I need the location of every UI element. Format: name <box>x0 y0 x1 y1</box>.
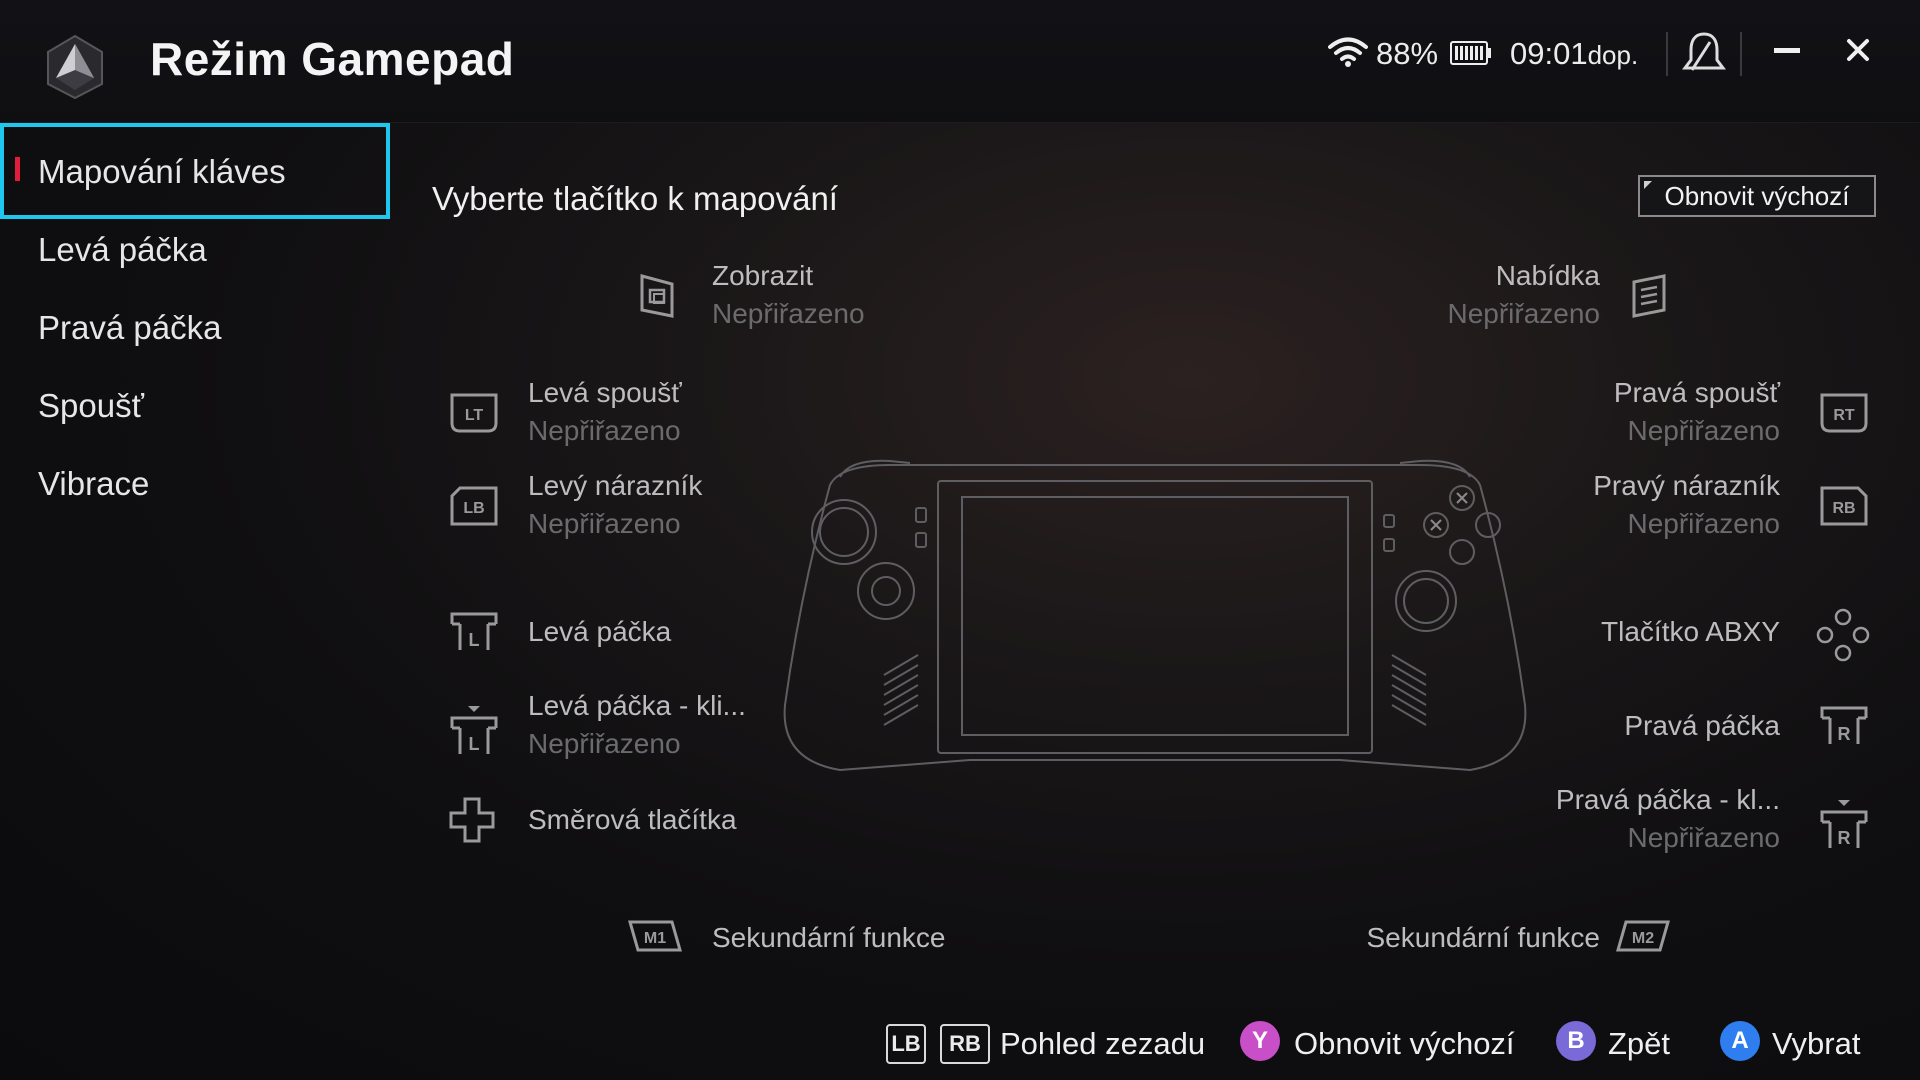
rb-icon: RB <box>1820 486 1868 526</box>
map-item-label: Pravá páčka <box>1624 710 1780 741</box>
sidebar-item-label: Spoušť <box>38 387 144 424</box>
b-button-icon: B <box>1556 1021 1596 1061</box>
wifi-icon <box>1328 37 1368 67</box>
rt-icon-text: RT <box>1833 407 1855 424</box>
sidebar-item-left-stick[interactable]: Levá páčka <box>0 212 390 290</box>
rt-icon: RT <box>1820 393 1868 433</box>
map-item-label: Sekundární funkce <box>712 922 946 953</box>
abxy-icon <box>1816 608 1870 662</box>
header-divider <box>1666 32 1668 76</box>
map-item-value: Nepřiřazeno <box>1627 822 1780 853</box>
map-item-label: Nabídka <box>1495 260 1600 291</box>
map-item-right-stick[interactable]: Pravá páčka R <box>1560 698 1870 758</box>
battery-icon <box>1450 41 1491 65</box>
m2-icon: M2 <box>1616 920 1670 952</box>
minimize-icon[interactable] <box>1774 48 1800 53</box>
reset-default-button[interactable]: Obnovit výchozí <box>1638 175 1876 217</box>
rb-icon-text: RB <box>1832 500 1855 517</box>
map-item-value: Nepřiřazeno <box>712 298 865 329</box>
map-item-m2[interactable]: Sekundární funkce M2 <box>1366 912 1690 964</box>
sidebar-item-label: Pravá páčka <box>38 309 222 346</box>
map-item-label: Levá spoušť <box>528 377 682 408</box>
map-item-value: Nepřiřazeno <box>528 508 681 539</box>
map-item-left-bumper[interactable]: LB Levý nárazník Nepřiřazeno <box>440 468 740 548</box>
lb-icon-text: LB <box>463 500 484 517</box>
sidebar-item-key-mapping[interactable]: Mapování kláves <box>0 123 390 219</box>
map-item-value: Nepřiřazeno <box>528 728 681 759</box>
sidebar-item-vibration[interactable]: Vibrace <box>0 446 390 524</box>
view-button-icon <box>640 274 674 318</box>
map-item-label: Zobrazit <box>712 260 814 291</box>
rb-key-hint: RB <box>940 1024 990 1064</box>
dpad-icon <box>449 797 495 843</box>
m1-icon: M1 <box>628 920 682 952</box>
map-item-label: Směrová tlačítka <box>528 804 737 835</box>
map-item-label: Pravý nárazník <box>1593 470 1780 501</box>
map-item-left-trigger[interactable]: LT Levá spoušť Nepřiřazeno <box>440 375 740 455</box>
clock-time: 09:01 <box>1510 36 1588 71</box>
l-icon-text: L <box>469 630 480 650</box>
map-item-m1[interactable]: M1 Sekundární funkce <box>620 912 950 964</box>
sidebar-item-label: Levá páčka <box>38 231 207 268</box>
r-icon-text: R <box>1838 724 1851 744</box>
header-divider-2 <box>1740 32 1742 76</box>
left-stick-click-icon: L <box>450 706 498 754</box>
app-title: Režim Gamepad <box>150 33 515 85</box>
l-icon-text: L <box>469 734 480 754</box>
map-item-value: Nepřiřazeno <box>1627 415 1780 446</box>
map-item-value: Nepřiřazeno <box>1447 298 1600 329</box>
map-item-abxy[interactable]: Tlačítko ABXY <box>1560 604 1870 664</box>
map-item-dpad[interactable]: Směrová tlačítka <box>440 790 760 850</box>
lb-key-hint: LB <box>886 1024 926 1064</box>
lb-icon: LB <box>450 486 498 526</box>
clock: 09:01dop. <box>1510 36 1638 72</box>
battery-percent: 88% <box>1376 36 1439 71</box>
device-illustration <box>783 459 1527 772</box>
back-hint[interactable]: Zpět <box>1608 1026 1670 1062</box>
rear-view-hint[interactable]: Pohled zezadu <box>1000 1026 1205 1062</box>
map-item-label: Tlačítko ABXY <box>1601 616 1780 647</box>
m2-icon-text: M2 <box>1632 930 1654 947</box>
section-title: Vyberte tlačítko k mapování <box>432 180 838 217</box>
sidebar-item-label: Mapování kláves <box>38 153 286 190</box>
sidebar-item-trigger[interactable]: Spoušť <box>0 368 390 446</box>
right-stick-click-icon: R <box>1820 800 1868 848</box>
y-button-icon: Y <box>1240 1021 1280 1061</box>
lt-icon: LT <box>450 393 498 433</box>
select-hint[interactable]: Vybrat <box>1772 1026 1860 1062</box>
map-item-label: Levý nárazník <box>528 470 703 501</box>
reset-label: Obnovit výchozí <box>1664 181 1850 211</box>
map-item-menu[interactable]: Nabídka Nepřiřazeno <box>1400 258 1690 338</box>
armoury-logo-icon <box>47 34 103 100</box>
lt-icon-text: LT <box>465 407 484 424</box>
map-item-value: Nepřiřazeno <box>1627 508 1780 539</box>
map-item-right-stick-click[interactable]: Pravá páčka - kl... Nepřiřazeno R <box>1556 784 1870 864</box>
right-stick-icon: R <box>1820 706 1868 744</box>
map-item-view[interactable]: Zobrazit Nepřiřazeno <box>620 258 910 338</box>
map-item-right-bumper[interactable]: Pravý nárazník Nepřiřazeno RB <box>1560 468 1870 548</box>
corner-mark <box>1644 181 1652 189</box>
map-item-left-stick[interactable]: L Levá páčka <box>440 604 740 664</box>
map-item-value: Nepřiřazeno <box>528 415 681 446</box>
sidebar-item-label: Vibrace <box>38 465 150 502</box>
map-item-label: Pravá páčka - kl... <box>1555 784 1780 815</box>
close-icon[interactable] <box>1846 38 1870 62</box>
clock-suffix: dop. <box>1587 40 1639 70</box>
active-marker <box>15 157 20 181</box>
menu-button-icon <box>1632 274 1666 318</box>
map-item-left-stick-click[interactable]: L Levá páčka - kli... Nepřiřazeno <box>440 690 746 770</box>
map-item-right-trigger[interactable]: Pravá spoušť Nepřiřazeno RT <box>1560 375 1870 455</box>
map-item-label: Sekundární funkce <box>1366 922 1601 953</box>
notification-bell-icon[interactable] <box>1680 30 1728 74</box>
sidebar-item-right-stick[interactable]: Pravá páčka <box>0 290 390 368</box>
m1-icon-text: M1 <box>644 930 666 947</box>
map-item-label: Levá páčka <box>528 616 672 647</box>
reset-default-hint[interactable]: Obnovit výchozí <box>1294 1026 1515 1062</box>
map-item-label: Levá páčka - kli... <box>528 690 746 721</box>
a-button-icon: A <box>1720 1021 1760 1061</box>
r-icon-text: R <box>1838 828 1851 848</box>
map-item-label: Pravá spoušť <box>1613 377 1780 408</box>
left-stick-icon: L <box>450 612 498 650</box>
